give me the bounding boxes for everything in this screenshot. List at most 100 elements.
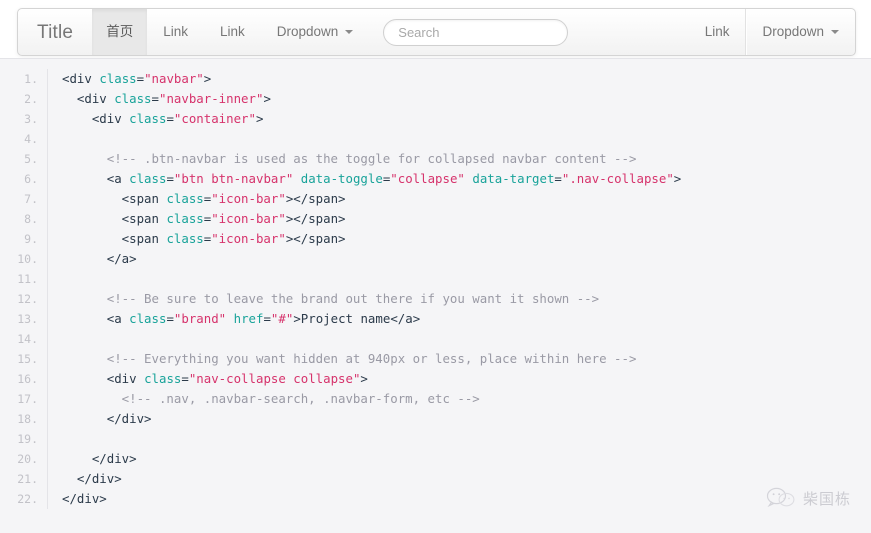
code-line: <a class="btn btn-navbar" data-toggle="c… <box>62 169 871 189</box>
navbar-search-cell <box>369 9 578 55</box>
code-token-str: "icon-bar" <box>211 211 286 226</box>
code-token-tag: > <box>263 91 271 106</box>
line-number-gutter: 1. 2. 3. 4. 5. 6. 7. 8. 9. 10. 11. 12. 13. 14. 15. 16. 1… <box>0 69 48 509</box>
code-token-tag: <div <box>62 71 100 86</box>
code-token-attr: class <box>166 191 204 206</box>
code-token-eq: = <box>166 311 174 326</box>
code-token-attr: data-target <box>472 171 555 186</box>
navbar-brand[interactable]: Title <box>18 9 92 55</box>
wechat-icon <box>766 487 795 508</box>
code-token-eq: = <box>136 71 145 86</box>
chevron-down-icon <box>345 30 354 34</box>
code-token-tag: > <box>673 171 682 186</box>
navbar-right-items: Link Dropdown <box>689 9 855 55</box>
line-number: 22. <box>17 492 38 506</box>
line-number: 16. <box>17 372 38 386</box>
code-content[interactable]: <div class="navbar"> <div class="navbar-… <box>48 69 871 509</box>
code-token-str: "container" <box>173 111 256 126</box>
nav-item-link-0[interactable]: 首页 <box>92 9 148 55</box>
code-token-tag: <div <box>62 371 145 386</box>
code-token-str: "brand" <box>173 311 227 326</box>
code-token-str: "collapse" <box>390 171 465 186</box>
code-token-tag: </a> <box>390 311 421 326</box>
code-token-tag: > <box>360 371 368 386</box>
code-token-tag: <div <box>62 91 115 106</box>
line-number: 18. <box>17 412 38 426</box>
line-number: 9. <box>24 232 38 246</box>
code-token-tag: <span <box>62 211 167 226</box>
code-token-tag: > <box>255 111 264 126</box>
line-number: 4. <box>24 132 38 146</box>
code-line: <div class="container"> <box>62 109 871 129</box>
nav-item-label: Link <box>704 24 730 40</box>
code-token-str: "navbar" <box>144 71 204 86</box>
code-token-eq: = <box>554 171 562 186</box>
code-token-tag: ></span> <box>285 231 346 246</box>
code-token-attr: class <box>166 211 204 226</box>
line-number: 2. <box>24 92 38 106</box>
code-token-tag: <a <box>62 171 130 186</box>
line-number: 11. <box>17 272 38 286</box>
nav-item-label: Dropdown <box>276 24 339 40</box>
nav-item-link-1[interactable]: Link <box>147 9 204 55</box>
code-line: </div> <box>62 489 871 509</box>
code-token-attr: class <box>114 91 152 106</box>
line-number: 15. <box>17 352 38 366</box>
nav-item-link-2[interactable]: Link <box>204 9 261 55</box>
code-token-tag: </div> <box>62 491 107 506</box>
nav-right-item-dropdown-1[interactable]: Dropdown <box>745 9 855 55</box>
code-line: <span class="icon-bar"></span> <box>62 189 871 209</box>
line-number: 7. <box>24 192 38 206</box>
code-token-tag: ></span> <box>285 211 346 226</box>
line-number: 5. <box>24 152 38 166</box>
code-token-eq: = <box>166 111 174 126</box>
code-line: </div> <box>62 469 871 489</box>
line-number: 8. <box>24 212 38 226</box>
line-number: 14. <box>17 332 38 346</box>
code-line: <div class="navbar-inner"> <box>62 89 871 109</box>
code-token-tag: </div> <box>62 451 137 466</box>
code-token-str: "navbar-inner" <box>159 91 264 106</box>
code-line: </a> <box>62 249 871 269</box>
code-token-attr: class <box>129 111 167 126</box>
code-token-com: <!-- Everything you want hidden at 940px… <box>62 351 637 366</box>
nav-item-dropdown-3[interactable]: Dropdown <box>261 9 370 55</box>
nav-right-item-link-0[interactable]: Link <box>689 9 746 55</box>
code-token-eq: = <box>263 311 271 326</box>
code-token-tag: > <box>293 311 301 326</box>
line-number: 13. <box>17 312 38 326</box>
code-token-attr: data-toggle <box>300 171 383 186</box>
code-line: <!-- .btn-navbar is used as the toggle f… <box>62 149 871 169</box>
code-token-attr: class <box>129 311 167 326</box>
search-input[interactable] <box>383 18 569 46</box>
code-token-eq: = <box>181 371 189 386</box>
code-line: <span class="icon-bar"></span> <box>62 229 871 249</box>
navbar-container: Title 首页 Link Link Dropdown Link Dropdown <box>0 0 871 58</box>
code-token-txt: Project name <box>300 311 391 326</box>
watermark-text: 柴国栋 <box>802 490 851 508</box>
code-line: <div class="navbar"> <box>62 69 871 89</box>
code-line: <!-- Be sure to leave the brand out ther… <box>62 289 871 309</box>
code-line: </div> <box>62 409 871 429</box>
code-token-str: "icon-bar" <box>211 191 286 206</box>
code-token-tag: </div> <box>62 471 122 486</box>
line-number: 21. <box>17 472 38 486</box>
code-token-str: "icon-bar" <box>211 231 286 246</box>
code-token-str: "btn btn-navbar" <box>173 171 294 186</box>
watermark: 柴国栋 <box>766 486 851 511</box>
code-token-com: <!-- .nav, .navbar-search, .navbar-form,… <box>62 391 480 406</box>
code-token-str: "#" <box>270 311 294 326</box>
navbar-spacer <box>578 9 688 55</box>
code-token-tag: > <box>203 71 212 86</box>
code-token-tag <box>226 311 233 326</box>
line-number: 1. <box>24 72 38 86</box>
code-line: <div class="nav-collapse collapse"> <box>62 369 871 389</box>
code-token-attr: class <box>129 171 167 186</box>
code-token-eq: = <box>151 91 159 106</box>
code-token-com: <!-- Be sure to leave the brand out ther… <box>62 291 600 306</box>
code-token-eq: = <box>166 171 174 186</box>
code-line: </div> <box>62 449 871 469</box>
line-number: 17. <box>17 392 38 406</box>
